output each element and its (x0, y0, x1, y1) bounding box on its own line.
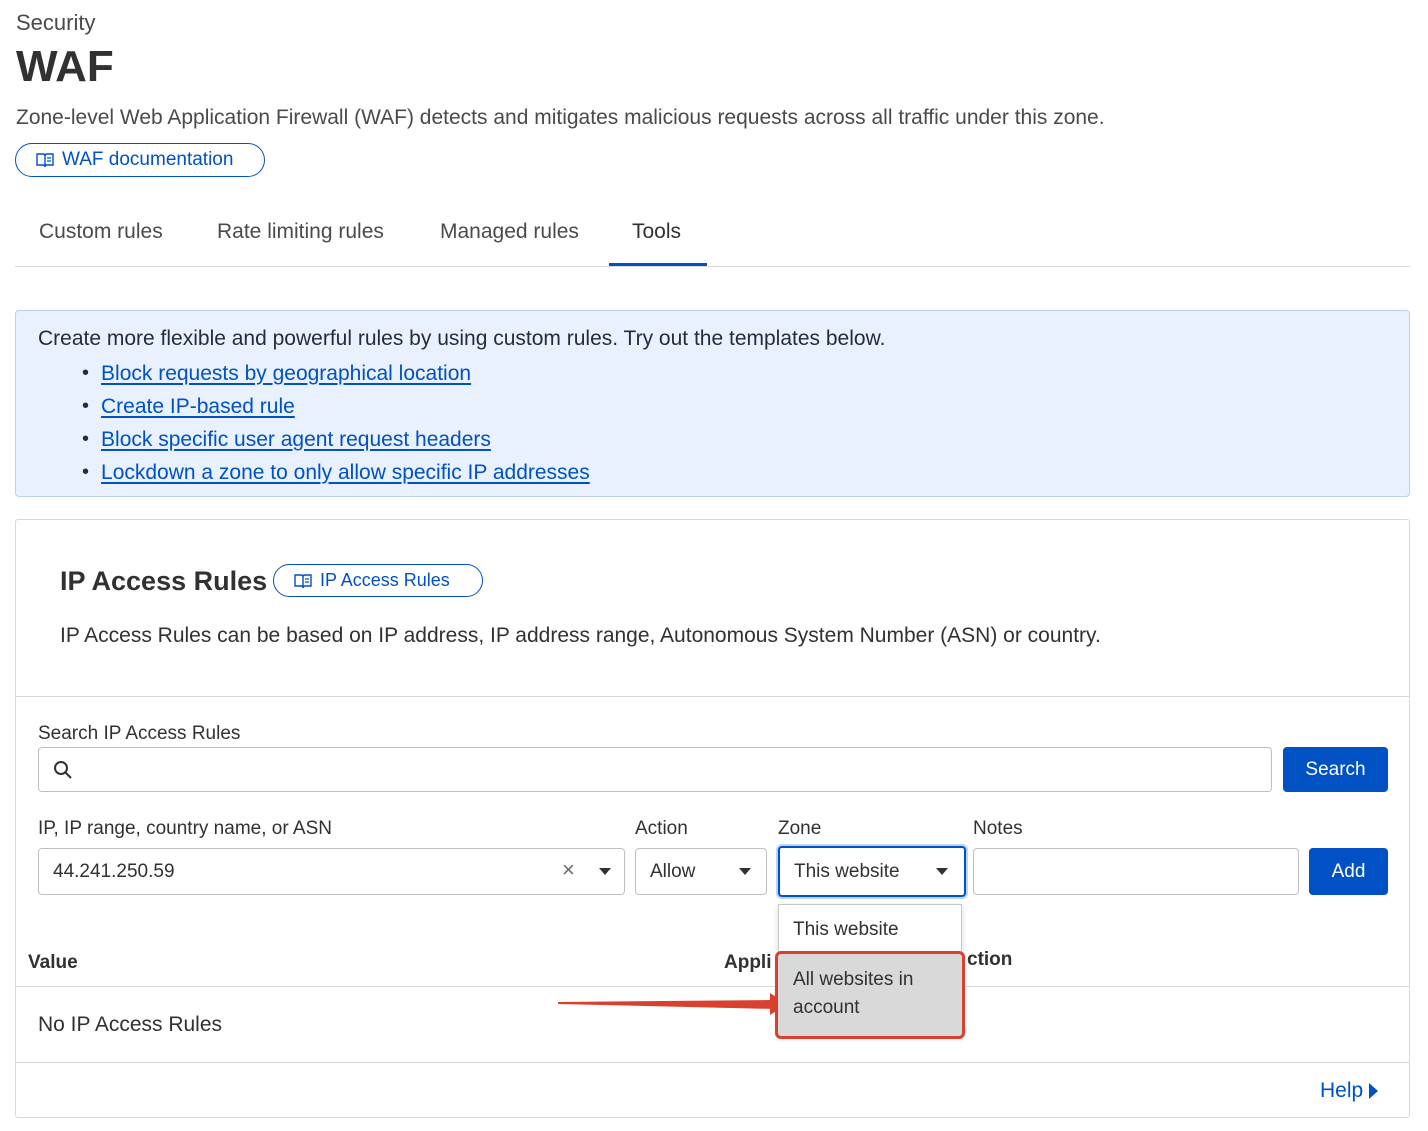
zone-dropdown-menu: This website All websites in account (775, 904, 965, 1039)
list-item: Lockdown a zone to only allow specific I… (82, 456, 590, 489)
divider (16, 1062, 1409, 1063)
ip-access-rules-doc-button[interactable]: IP Access Rules (273, 564, 483, 597)
list-item: Block requests by geographical location (82, 357, 590, 390)
tab-bar: Custom rules Rate limiting rules Managed… (15, 206, 1410, 267)
search-label: Search IP Access Rules (38, 723, 241, 744)
zone-option-this-website[interactable]: This website (779, 905, 961, 953)
ip-field-label: IP, IP range, country name, or ASN (38, 818, 332, 839)
action-select-value: Allow (650, 861, 696, 882)
waf-documentation-button[interactable]: WAF documentation (15, 143, 265, 177)
chevron-down-icon (739, 868, 751, 875)
book-icon (36, 153, 54, 168)
zone-option-all-websites[interactable]: All websites in account (775, 951, 965, 1039)
template-link-list: Block requests by geographical location … (82, 357, 590, 489)
ip-input[interactable]: 44.241.250.59 × (38, 848, 625, 895)
zone-select[interactable]: This website (778, 846, 966, 897)
breadcrumb: Security (16, 10, 96, 35)
tab-rate-limiting-rules[interactable]: Rate limiting rules (217, 220, 384, 244)
info-banner-text: Create more flexible and powerful rules … (38, 327, 886, 350)
ip-access-rules-doc-label: IP Access Rules (320, 570, 450, 590)
action-select[interactable]: Allow (635, 848, 767, 895)
action-field-label: Action (635, 818, 688, 839)
ip-access-rules-card: IP Access Rules IP Access Rules IP Acces… (15, 519, 1410, 1118)
template-link-geo[interactable]: Block requests by geographical location (101, 362, 471, 386)
column-header-action[interactable]: ction (967, 949, 1012, 971)
template-link-user-agent[interactable]: Block specific user agent request header… (101, 428, 491, 452)
caret-right-icon (1369, 1083, 1379, 1099)
chevron-down-icon[interactable] (599, 868, 611, 875)
column-header-applies-to[interactable]: Appli (724, 952, 772, 974)
column-header-value[interactable]: Value (28, 952, 78, 974)
help-link[interactable]: Help (1320, 1079, 1379, 1103)
add-button[interactable]: Add (1309, 848, 1388, 895)
tab-custom-rules[interactable]: Custom rules (39, 220, 163, 244)
notes-input[interactable] (973, 848, 1299, 895)
ip-access-rules-description: IP Access Rules can be based on IP addre… (60, 624, 1101, 647)
zone-select-value: This website (794, 861, 900, 882)
search-button[interactable]: Search (1283, 747, 1388, 792)
help-label: Help (1320, 1079, 1364, 1102)
divider (16, 986, 1409, 987)
tab-managed-rules[interactable]: Managed rules (440, 220, 579, 244)
zone-field-label: Zone (778, 818, 822, 839)
info-banner: Create more flexible and powerful rules … (15, 310, 1410, 497)
highlight-arrow (558, 993, 787, 1015)
divider (16, 696, 1409, 697)
clear-icon[interactable]: × (562, 857, 575, 883)
search-input[interactable] (38, 747, 1272, 792)
empty-state-text: No IP Access Rules (38, 1013, 223, 1036)
template-link-ip[interactable]: Create IP-based rule (101, 395, 295, 419)
page-description: Zone-level Web Application Firewall (WAF… (16, 106, 1105, 129)
tab-tools[interactable]: Tools (632, 220, 681, 244)
chevron-down-icon (936, 868, 948, 875)
notes-field-label: Notes (973, 818, 1023, 839)
list-item: Create IP-based rule (82, 390, 590, 423)
ip-access-rules-title: IP Access Rules (60, 566, 268, 596)
waf-documentation-label: WAF documentation (62, 149, 234, 170)
search-icon (54, 761, 72, 779)
active-tab-indicator (609, 263, 707, 266)
list-item: Block specific user agent request header… (82, 423, 590, 456)
template-link-lockdown[interactable]: Lockdown a zone to only allow specific I… (101, 461, 590, 485)
ip-input-value: 44.241.250.59 (53, 861, 175, 882)
book-icon (294, 573, 312, 588)
page-title: WAF (16, 42, 114, 91)
